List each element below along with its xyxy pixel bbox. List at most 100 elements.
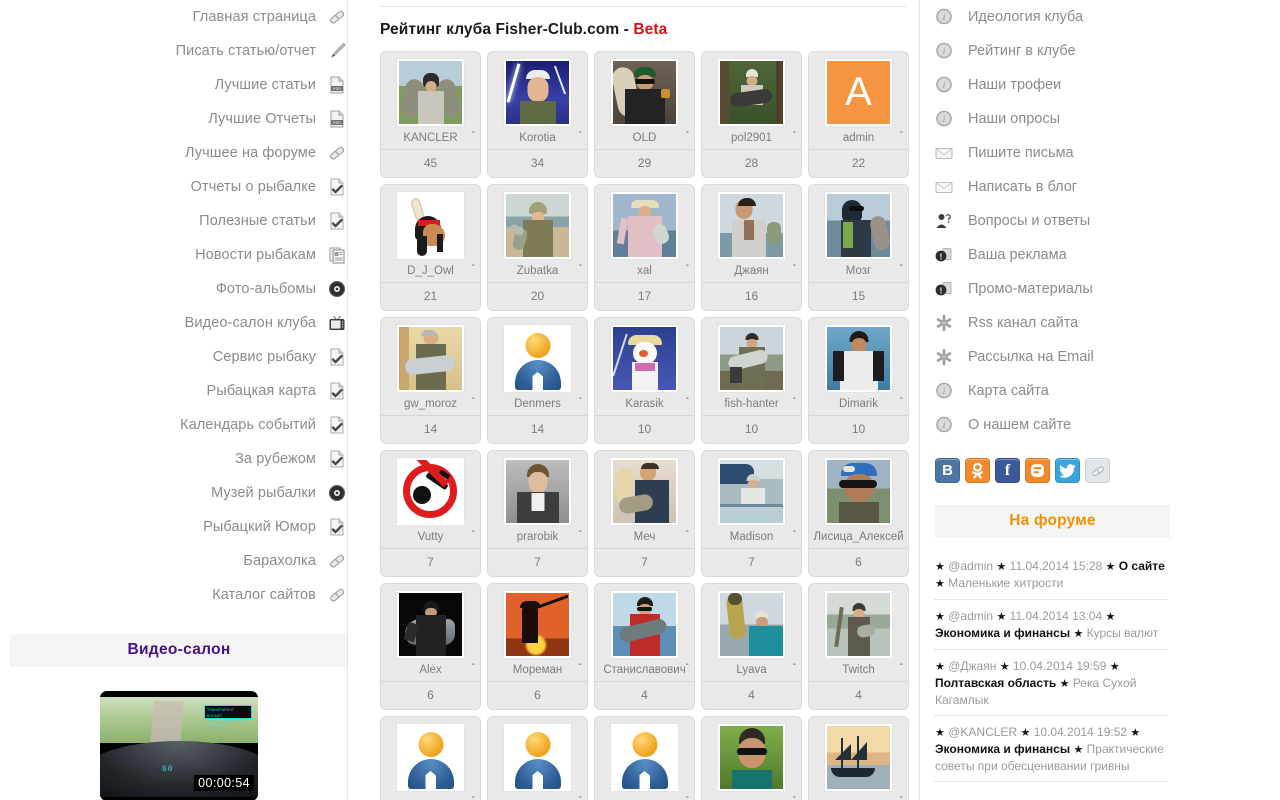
- user-avatar-frame[interactable]: [396, 324, 465, 393]
- user-avatar-frame[interactable]: [610, 590, 679, 659]
- user-avatar-frame[interactable]: [824, 590, 893, 659]
- blogger-icon[interactable]: [1025, 458, 1050, 483]
- forum-post-user[interactable]: @KANCLER: [948, 725, 1017, 739]
- user-name[interactable]: OLD: [595, 132, 694, 144]
- user-name[interactable]: Vutty: [381, 531, 480, 543]
- user-name[interactable]: admin: [809, 132, 908, 144]
- left-nav-item[interactable]: Фото-альбомы: [0, 272, 360, 306]
- user-name[interactable]: Мореман: [488, 664, 587, 676]
- left-nav-item[interactable]: Барахолка: [0, 544, 360, 578]
- forum-post[interactable]: ★ @KANCLER ★ 10.04.2014 19:52 ★ Экономик…: [935, 716, 1168, 782]
- user-avatar-frame[interactable]: [717, 590, 786, 659]
- user-rating-card[interactable]: Twitch -4: [808, 583, 909, 710]
- user-name[interactable]: fish-hanter: [702, 398, 801, 410]
- user-name[interactable]: Twitch: [809, 664, 908, 676]
- user-rating-card[interactable]: Korotia -34: [487, 51, 588, 178]
- user-avatar-frame[interactable]: [610, 457, 679, 526]
- user-avatar-frame[interactable]: [824, 723, 893, 792]
- user-avatar-frame[interactable]: [610, 191, 679, 260]
- right-nav-item[interactable]: Пишите письма: [920, 136, 1280, 170]
- user-rating-card[interactable]: Станиславович -4: [594, 583, 695, 710]
- user-rating-card[interactable]: fish-hanter -10: [701, 317, 802, 444]
- user-avatar-frame[interactable]: [824, 324, 893, 393]
- user-avatar-frame[interactable]: [503, 191, 572, 260]
- user-avatar-frame[interactable]: [396, 590, 465, 659]
- user-avatar-frame[interactable]: [610, 723, 679, 792]
- user-rating-card[interactable]: Aadmin -22: [808, 51, 909, 178]
- right-nav-item[interactable]: i Рейтинг в клубе: [920, 34, 1280, 68]
- user-name[interactable]: Lyava: [702, 664, 801, 676]
- forum-post-topic[interactable]: Курсы валют: [1087, 626, 1159, 640]
- user-name[interactable]: Джаян: [702, 265, 801, 277]
- user-name[interactable]: KANCLER: [381, 132, 480, 144]
- user-name[interactable]: Лисица_Алексей: [809, 531, 908, 543]
- user-avatar-frame[interactable]: [396, 191, 465, 260]
- user-rating-card[interactable]: -: [487, 716, 588, 800]
- user-avatar-frame[interactable]: [717, 457, 786, 526]
- user-avatar-frame[interactable]: [717, 324, 786, 393]
- user-avatar-frame[interactable]: [503, 723, 572, 792]
- forum-post[interactable]: ★ @Джаян ★ 10.04.2014 19:59 ★ Полтавская…: [935, 650, 1168, 716]
- user-rating-card[interactable]: Karasik -10: [594, 317, 695, 444]
- user-avatar-frame[interactable]: [503, 324, 572, 393]
- user-rating-card[interactable]: Zubatka -20: [487, 184, 588, 311]
- user-rating-card[interactable]: OLD -29: [594, 51, 695, 178]
- right-nav-item[interactable]: Rss канал сайта: [920, 306, 1280, 340]
- user-name[interactable]: Мозг: [809, 265, 908, 277]
- user-rating-card[interactable]: pol2901-28: [701, 51, 802, 178]
- user-avatar-frame[interactable]: [396, 58, 465, 127]
- right-nav-item[interactable]: ! Ваша реклама: [920, 238, 1280, 272]
- user-name[interactable]: Dimarik: [809, 398, 908, 410]
- user-name[interactable]: Denmers: [488, 398, 587, 410]
- forum-post-section[interactable]: Экономика и финансы: [935, 626, 1070, 640]
- right-nav-item[interactable]: Рассылка на Email: [920, 340, 1280, 374]
- vkontakte-icon[interactable]: В: [935, 458, 960, 483]
- user-avatar-frame[interactable]: [824, 457, 893, 526]
- left-nav-item[interactable]: Лучшие статьи PSD: [0, 68, 360, 102]
- right-nav-item[interactable]: Написать в блог: [920, 170, 1280, 204]
- user-rating-card[interactable]: -: [701, 716, 802, 800]
- user-rating-card[interactable]: Мозг -15: [808, 184, 909, 311]
- user-rating-card[interactable]: Vutty -7: [380, 450, 481, 577]
- forum-post-user[interactable]: @Джаян: [948, 659, 996, 673]
- user-name[interactable]: Станиславович: [595, 664, 694, 676]
- left-nav-item[interactable]: Видео-салон клуба: [0, 306, 360, 340]
- forum-post[interactable]: ★ @admin ★ 11.04.2014 13:04 ★ Экономика …: [935, 600, 1168, 650]
- user-avatar-frame[interactable]: [610, 324, 679, 393]
- user-rating-card[interactable]: Alex -6: [380, 583, 481, 710]
- user-name[interactable]: pol2901: [702, 132, 801, 144]
- user-name[interactable]: Меч: [595, 531, 694, 543]
- forum-post-section[interactable]: О сайте: [1119, 559, 1165, 573]
- twitter-icon[interactable]: [1055, 458, 1080, 483]
- right-nav-item[interactable]: Вопросы и ответы: [920, 204, 1280, 238]
- user-avatar-frame[interactable]: [717, 58, 786, 127]
- right-nav-item[interactable]: i Наши трофеи: [920, 68, 1280, 102]
- user-avatar-frame[interactable]: [610, 58, 679, 127]
- forum-post-user[interactable]: @admin: [948, 559, 993, 573]
- right-nav-item[interactable]: i Карта сайта: [920, 374, 1280, 408]
- user-avatar-frame[interactable]: [396, 723, 465, 792]
- left-nav-item[interactable]: Музей рыбалки: [0, 476, 360, 510]
- user-name[interactable]: Madison: [702, 531, 801, 543]
- user-rating-card[interactable]: -: [594, 716, 695, 800]
- left-nav-item[interactable]: Каталог сайтов: [0, 578, 360, 612]
- left-nav-item[interactable]: Полезные статьи: [0, 204, 360, 238]
- left-nav-item[interactable]: Лучшее на форуме: [0, 136, 360, 170]
- user-name[interactable]: xal: [595, 265, 694, 277]
- user-rating-card[interactable]: Джаян -16: [701, 184, 802, 311]
- user-name[interactable]: Karasik: [595, 398, 694, 410]
- video-player[interactable]: TRANSPARENT BONNET VIRTUAL PROTOTYPE IN …: [100, 691, 258, 800]
- bookmark-icon[interactable]: [1085, 458, 1110, 483]
- user-avatar-frame[interactable]: A: [824, 58, 893, 127]
- facebook-icon[interactable]: f: [995, 458, 1020, 483]
- user-avatar-frame[interactable]: [396, 457, 465, 526]
- user-rating-card[interactable]: -: [808, 716, 909, 800]
- left-nav-item[interactable]: Рыбацкий Юмор: [0, 510, 360, 544]
- user-rating-card[interactable]: D_J_Owl -21: [380, 184, 481, 311]
- user-rating-card[interactable]: KANCLER -45: [380, 51, 481, 178]
- user-rating-card[interactable]: Madison -7: [701, 450, 802, 577]
- user-name[interactable]: Zubatka: [488, 265, 587, 277]
- user-rating-card[interactable]: prarobik -7: [487, 450, 588, 577]
- left-nav-item[interactable]: Главная страница: [0, 0, 360, 34]
- left-nav-item[interactable]: Отчеты о рыбалке: [0, 170, 360, 204]
